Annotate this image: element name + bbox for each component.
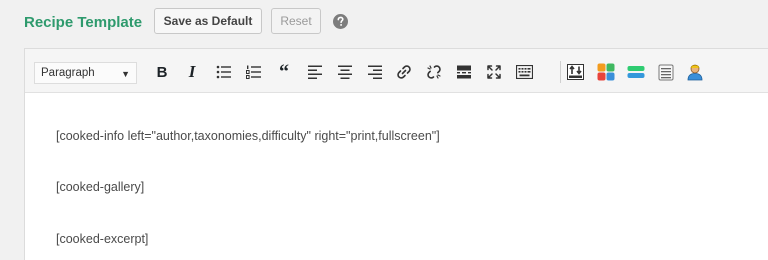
cooked-author-icon[interactable] — [686, 63, 704, 81]
cooked-directions-icon[interactable] — [627, 63, 645, 81]
cooked-notes-icon[interactable] — [657, 63, 675, 81]
bold-icon[interactable]: B — [153, 63, 171, 81]
numbered-list-icon[interactable] — [245, 63, 263, 81]
recipe-template-header: Recipe Template Save as Default Reset — [0, 0, 768, 44]
toolbar-separator — [560, 61, 561, 83]
fullscreen-icon[interactable] — [485, 63, 503, 81]
blockquote-icon[interactable]: “ — [275, 61, 293, 83]
align-left-icon[interactable] — [306, 63, 324, 81]
reset-button[interactable]: Reset — [271, 8, 321, 34]
bullet-list-icon[interactable] — [215, 63, 233, 81]
align-right-icon[interactable] — [366, 63, 384, 81]
align-center-icon[interactable] — [336, 63, 354, 81]
unlink-icon[interactable] — [425, 63, 443, 81]
recipe-template-editor[interactable]: Paragraph ▼ B I “ [cooked-info left="aut… — [24, 48, 768, 260]
format-select-value: Paragraph — [41, 67, 95, 79]
save-as-default-button[interactable]: Save as Default — [154, 8, 262, 34]
cooked-shortcode-icon[interactable] — [566, 63, 584, 81]
content-line-cooked-gallery: [cooked-gallery] — [56, 180, 145, 194]
cooked-ingredients-icon[interactable] — [597, 63, 615, 81]
italic-icon[interactable]: I — [183, 62, 201, 81]
page-title: Recipe Template — [24, 14, 143, 31]
format-select[interactable]: Paragraph ▼ — [34, 62, 137, 84]
link-icon[interactable] — [395, 63, 413, 81]
chevron-down-icon: ▼ — [121, 69, 130, 79]
editor-toolbar: Paragraph ▼ B I “ — [25, 49, 768, 93]
toolbar-toggle-icon[interactable] — [515, 63, 533, 81]
read-more-icon[interactable] — [455, 63, 473, 81]
content-line-cooked-excerpt: [cooked-excerpt] — [56, 232, 149, 246]
help-icon[interactable] — [333, 14, 348, 29]
content-line-cooked-info: [cooked-info left="author,taxonomies,dif… — [56, 129, 440, 143]
